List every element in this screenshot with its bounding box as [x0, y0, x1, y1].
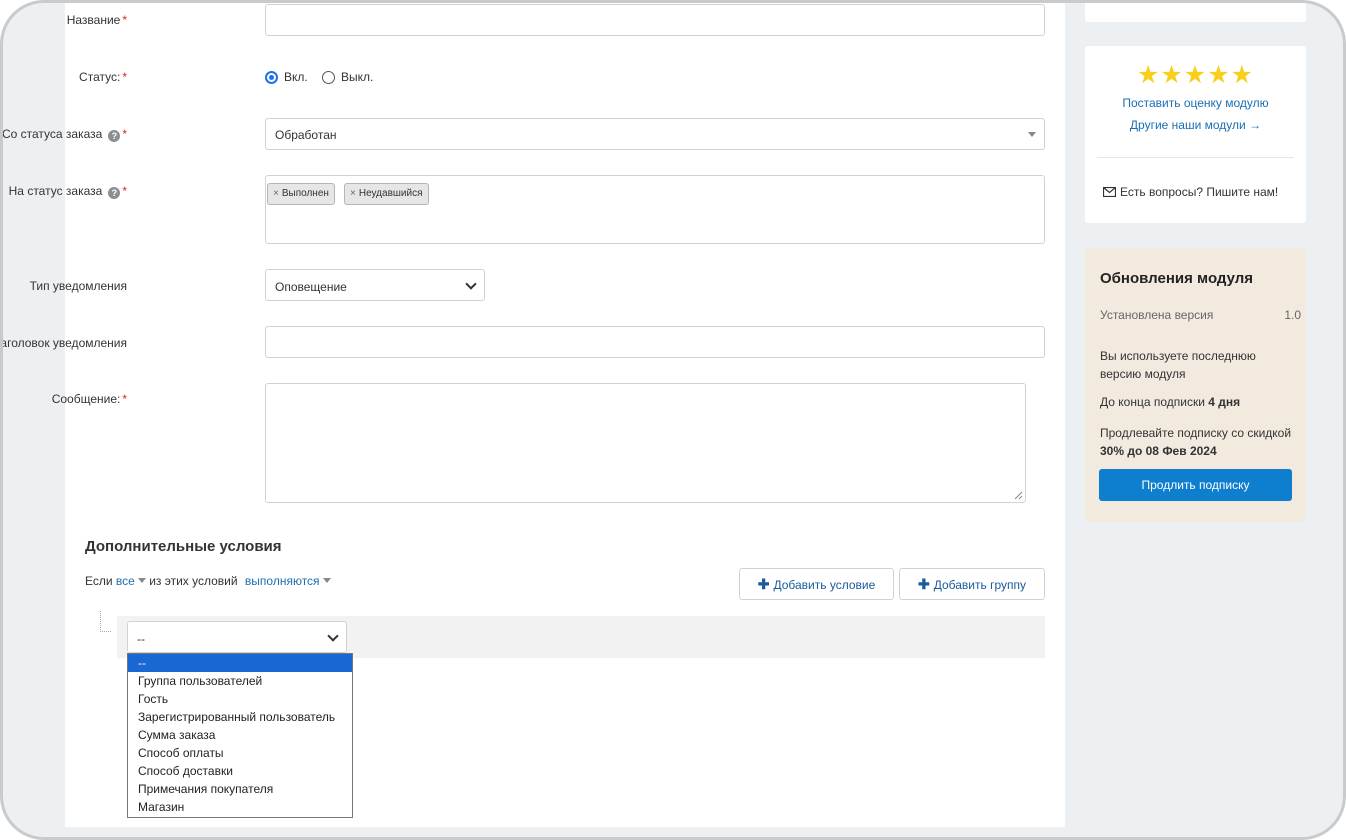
tree-connector	[100, 611, 111, 632]
dropdown-option[interactable]: --	[128, 654, 352, 672]
status-on-radio[interactable]	[265, 71, 278, 84]
renew-text: Продлевайте подписку со скидкой	[1100, 426, 1292, 440]
to-status-label-text: На статус заказа	[8, 184, 103, 198]
status-tag[interactable]: × Выполнен	[267, 183, 335, 205]
help-icon[interactable]: ?	[108, 187, 121, 199]
notify-title-label: Заголовок уведомления	[0, 336, 127, 350]
rating-card: ★★★★★ Поставить оценку модулю Другие наш…	[1085, 46, 1306, 223]
plus-icon: ✚	[757, 576, 770, 592]
caret-down-icon	[322, 578, 331, 583]
latest-version-text: Вы используете последнюю версию модуля	[1100, 349, 1256, 381]
tag-label: Выполнен	[281, 188, 329, 199]
condition-options-list: -- Группа пользователей Гость Зарегистри…	[127, 653, 353, 818]
caret-down-icon	[1028, 132, 1036, 137]
required-mark: *	[122, 13, 127, 27]
notify-type-select[interactable]: Оповещение	[265, 269, 485, 301]
other-modules-link[interactable]: Другие наши модули →	[1085, 118, 1306, 132]
dropdown-option[interactable]: Магазин	[128, 798, 352, 816]
renew-subscription-button[interactable]: Продлить подписку	[1099, 469, 1292, 501]
dropdown-option[interactable]: Гость	[128, 690, 352, 708]
dropdown-option[interactable]: Примечания покупателя	[128, 780, 352, 798]
status-off-radio[interactable]	[322, 71, 335, 84]
add-condition-label: Добавить условие	[773, 578, 876, 592]
chevron-down-icon	[327, 630, 339, 642]
name-input[interactable]	[265, 4, 1045, 36]
caret-down-icon	[137, 578, 146, 583]
subscription-days: 4 дня	[1208, 395, 1241, 409]
status-tag[interactable]: × Неудавшийся	[344, 183, 429, 205]
envelope-icon	[1102, 186, 1117, 198]
main-form-panel: Название * Статус: * Вкл. Выкл. Со статуса…	[3, 3, 1065, 827]
add-condition-button[interactable]: ✚ Добавить условие	[739, 568, 894, 600]
required-mark: *	[122, 184, 127, 198]
fulfilled-link-label: выполняются	[244, 574, 320, 588]
installed-version-value: 1.0	[1284, 308, 1301, 322]
add-group-label: Добавить группу	[933, 578, 1026, 592]
help-icon[interactable]: ?	[108, 130, 121, 142]
app-window: Название * Статус: * Вкл. Выкл. Со статуса…	[0, 0, 1346, 840]
message-label-text: Сообщение:	[51, 392, 121, 406]
subscription-end-text: До конца подписки	[1100, 395, 1205, 409]
module-updates-card: Обновления модуля Установлена версия 1.0…	[1085, 248, 1306, 522]
plus-icon: ✚	[917, 576, 930, 592]
tag-label: Неудавшийся	[358, 188, 423, 199]
condition-select-value: --	[137, 632, 145, 646]
if-text: Если	[85, 574, 113, 588]
from-status-label-text: Со статуса заказа	[1, 127, 103, 141]
updates-title: Обновления модуля	[1100, 270, 1254, 287]
sidebar-top-card	[1085, 3, 1306, 22]
renew-text-block: Продлевайте подписку со скидкой 30% до 0…	[1100, 424, 1300, 460]
divider	[1097, 157, 1294, 158]
from-status-label: Со статуса заказа? *	[1, 127, 127, 142]
all-link-label: все	[115, 574, 135, 588]
message-textarea[interactable]	[265, 383, 1026, 503]
status-label: Статус: *	[79, 70, 127, 84]
add-group-button[interactable]: ✚ Добавить группу	[899, 568, 1045, 600]
status-off-label[interactable]: Выкл.	[341, 70, 373, 84]
from-status-select[interactable]: Обработан	[265, 118, 1045, 150]
notify-title-input[interactable]	[265, 326, 1045, 358]
contact-row[interactable]: Есть вопросы? Пишите нам!	[1102, 185, 1279, 199]
required-mark: *	[122, 70, 127, 84]
contact-text: Есть вопросы? Пишите нам!	[1120, 185, 1279, 199]
conditions-rule-line: Если все из этих условий выполняются	[85, 574, 331, 588]
notify-type-value: Оповещение	[275, 280, 347, 294]
status-label-text: Статус:	[79, 70, 121, 84]
dropdown-option[interactable]: Способ доставки	[128, 762, 352, 780]
fulfilled-dropdown-link[interactable]: выполняются	[245, 574, 331, 588]
rate-module-link[interactable]: Поставить оценку модулю	[1085, 96, 1306, 110]
status-on-label[interactable]: Вкл.	[284, 70, 308, 84]
discount-text: 30% до 08 Фев 2024	[1100, 444, 1217, 458]
name-label: Название *	[67, 13, 127, 27]
dropdown-option[interactable]: Способ оплаты	[128, 744, 352, 762]
all-dropdown-link[interactable]: все	[116, 574, 146, 588]
to-status-label: На статус заказа? *	[9, 184, 127, 199]
dropdown-option[interactable]: Зарегистрированный пользователь	[128, 708, 352, 726]
condition-type-select[interactable]: --	[127, 621, 347, 653]
name-label-text: Название	[66, 13, 121, 27]
of-these-text: из этих условий	[149, 574, 238, 588]
remove-tag-icon[interactable]: ×	[350, 188, 356, 199]
condition-row: --	[117, 616, 1045, 658]
conditions-heading: Дополнительные условия	[85, 538, 282, 555]
notify-type-label: Тип уведомления	[29, 279, 127, 293]
required-mark: *	[122, 392, 127, 406]
dropdown-option[interactable]: Группа пользователей	[128, 672, 352, 690]
rating-stars-icon[interactable]: ★★★★★	[1085, 60, 1306, 90]
dropdown-option[interactable]: Сумма заказа	[128, 726, 352, 744]
chevron-down-icon	[465, 278, 477, 290]
remove-tag-icon[interactable]: ×	[273, 188, 279, 199]
from-status-value: Обработан	[275, 128, 337, 142]
required-mark: *	[122, 127, 127, 141]
message-label: Сообщение: *	[52, 392, 127, 406]
to-status-multiselect[interactable]: × Выполнен × Неудавшийся	[265, 175, 1045, 244]
subscription-end-row: До конца подписки 4 дня	[1100, 395, 1240, 409]
resize-handle-icon[interactable]	[1014, 491, 1023, 500]
installed-version-label: Установлена версия	[1100, 308, 1214, 322]
